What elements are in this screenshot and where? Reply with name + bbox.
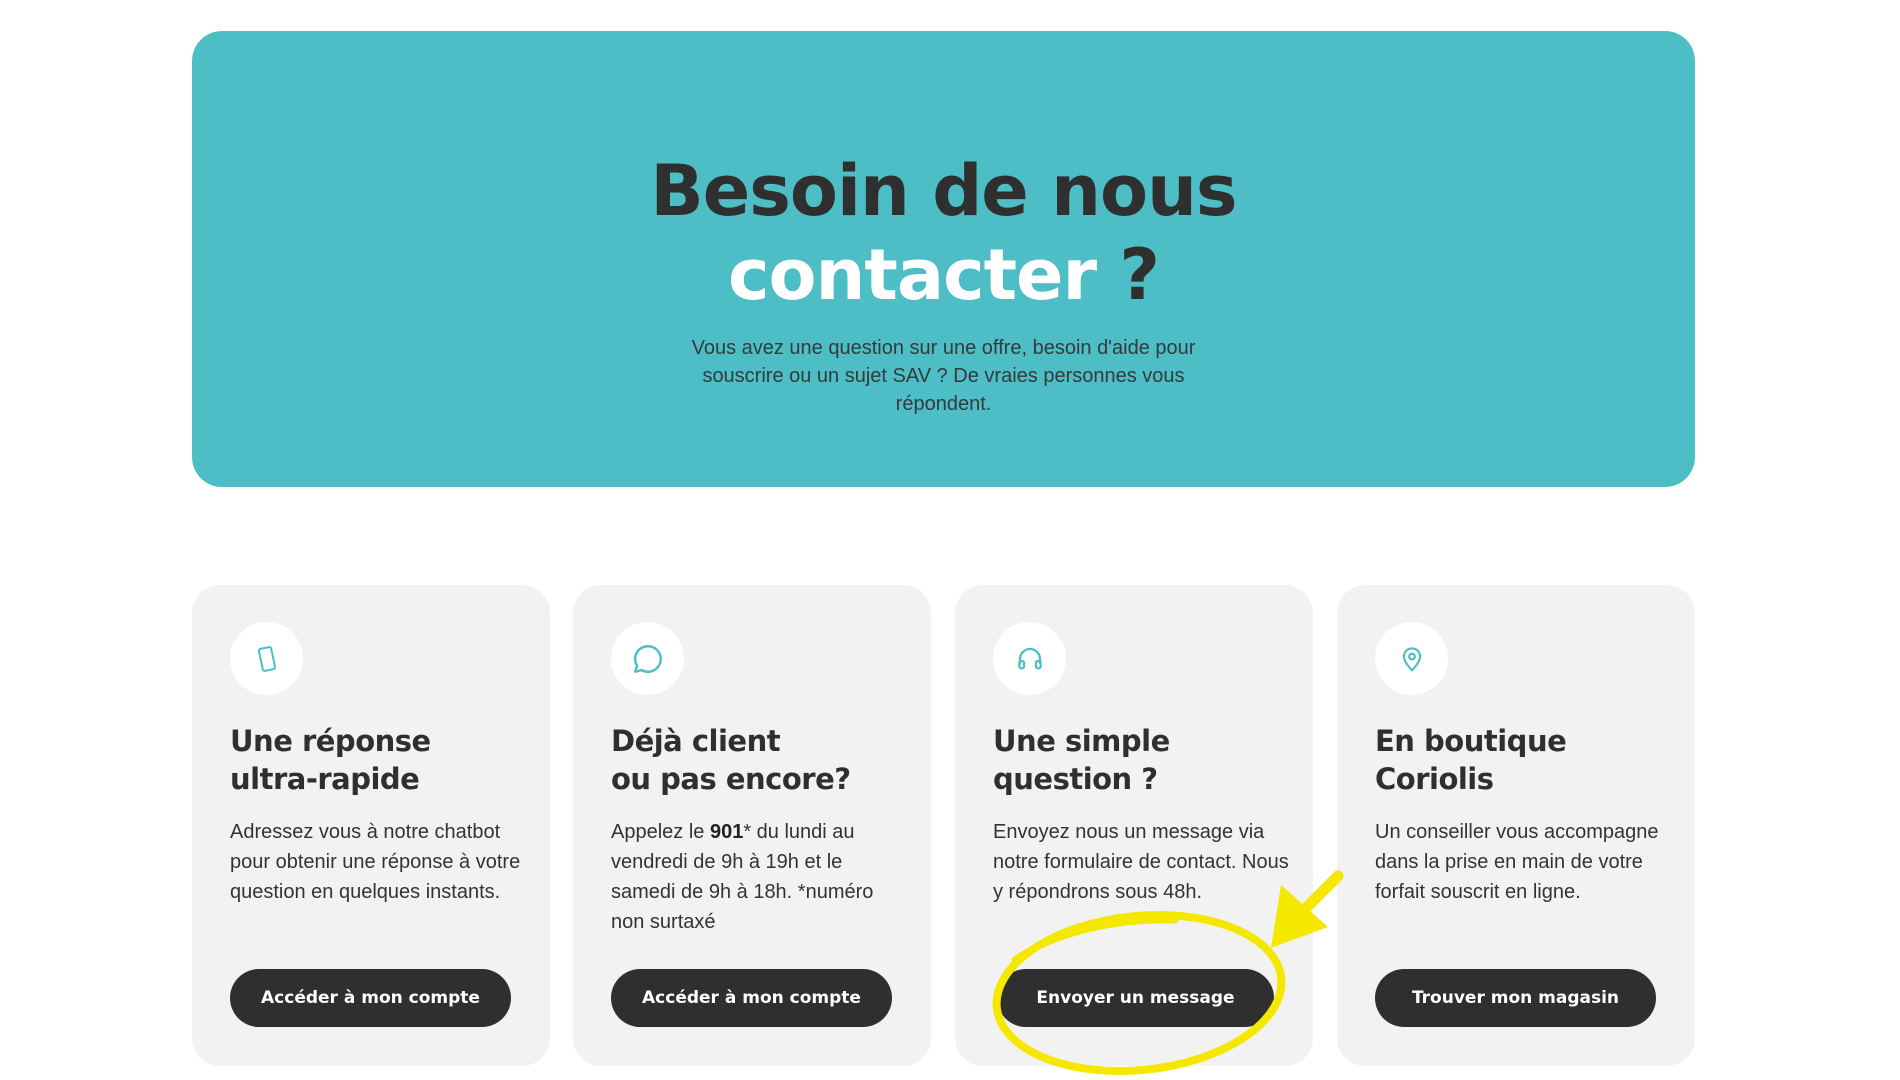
contact-options: Une réponse ultra-rapide Adressez vous à… xyxy=(192,585,1695,1066)
hero-title-highlight: contacter xyxy=(727,234,1097,316)
chat-bubble-icon xyxy=(611,622,684,695)
hero-title-question-mark: ? xyxy=(1096,234,1160,316)
hero-title: Besoin de nous contacter ? xyxy=(192,149,1695,317)
access-account-button[interactable]: Accéder à mon compte xyxy=(230,969,511,1027)
find-store-button[interactable]: Trouver mon magasin xyxy=(1375,969,1656,1027)
card-description: Envoyez nous un message via notre formul… xyxy=(993,821,1289,903)
card-phone: Déjà client ou pas encore? Appelez le 90… xyxy=(573,585,931,1066)
card-description: Un conseiller vous accompagne dans la pr… xyxy=(1375,821,1659,903)
card-chatbot: Une réponse ultra-rapide Adressez vous à… xyxy=(192,585,550,1066)
card-title: En boutique Coriolis xyxy=(1375,724,1567,796)
card-title: Déjà client ou pas encore? xyxy=(611,724,851,796)
card-description: Appelez le 901* du lundi au vendredi de … xyxy=(611,821,874,933)
card-title: Une simple question ? xyxy=(993,724,1170,796)
access-account-button[interactable]: Accéder à mon compte xyxy=(611,969,892,1027)
hero-subtitle: Vous avez une question sur une offre, be… xyxy=(691,337,1196,415)
card-store: En boutique Coriolis Un conseiller vous … xyxy=(1337,585,1695,1066)
smartphone-icon xyxy=(230,622,303,695)
phone-number: 901 xyxy=(709,821,744,843)
card-message: Une simple question ? Envoyez nous un me… xyxy=(955,585,1313,1066)
contact-hero-banner: Besoin de nous contacter ? Vous avez une… xyxy=(192,31,1695,487)
card-description: Adressez vous à notre chatbot pour obten… xyxy=(230,821,521,903)
send-message-button[interactable]: Envoyer un message xyxy=(997,969,1274,1027)
hero-title-line1: Besoin de nous xyxy=(650,150,1237,232)
card-title: Une réponse ultra-rapide xyxy=(230,724,431,796)
headset-icon xyxy=(993,622,1066,695)
location-pin-icon xyxy=(1375,622,1448,695)
